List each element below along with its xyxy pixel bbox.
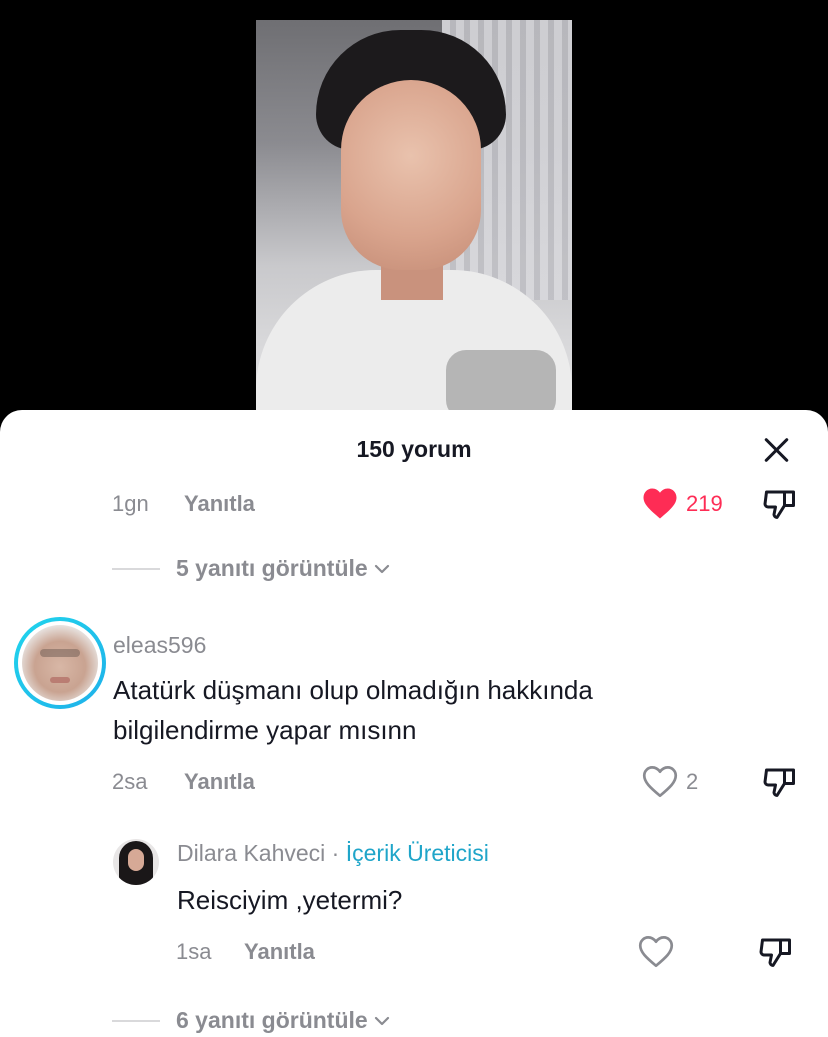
dislike-icon[interactable] [762, 486, 798, 522]
comment-time: 2sa [112, 769, 148, 794]
like-count: 2 [686, 769, 699, 794]
creator-badge: İçerik Üreticisi [345, 840, 489, 866]
view-replies-button[interactable]: 5 yanıtı görüntüle [112, 555, 390, 582]
video-thumbnail[interactable] [256, 20, 572, 430]
avatar-image [22, 625, 98, 701]
like-count: 219 [686, 491, 723, 516]
comment-username[interactable]: eleas596 [113, 632, 206, 659]
chevron-down-icon [374, 1016, 389, 1025]
reply-button[interactable]: Yanıtla [184, 769, 255, 795]
video-face [341, 80, 481, 270]
divider-line [112, 1019, 160, 1022]
comments-count-title: 150 yorum [356, 436, 472, 462]
reply-username[interactable]: Dilara Kahveci [177, 840, 325, 866]
avatar-border [18, 621, 102, 705]
reply-text: Reisciyim ,yetermi? [177, 885, 403, 915]
reply-button[interactable]: Yanıtla [244, 939, 315, 965]
view-more-replies-button[interactable]: 6 yanıtı görüntüle [112, 1007, 390, 1034]
divider-line [112, 567, 160, 570]
avatar-face [128, 849, 144, 871]
creator-avatar[interactable] [113, 839, 159, 885]
comment-text-line-1: Atatürk düşmanı olup olmadığın hakkında [113, 675, 593, 705]
heart-filled-icon[interactable] [642, 487, 678, 520]
separator-dot: · [325, 840, 346, 866]
comment-time: 1gn [112, 491, 149, 516]
reply-header: Dilara Kahveci · İçerik Üreticisi [177, 840, 489, 867]
comment-text-line-2: bilgilendirme yapar mısınn [113, 715, 417, 745]
dislike-icon[interactable] [762, 764, 798, 800]
heart-outline-icon[interactable] [642, 765, 678, 798]
heart-outline-icon[interactable] [638, 935, 674, 968]
dislike-icon[interactable] [758, 934, 794, 970]
view-replies-label: 6 yanıtı görüntüle [176, 1007, 368, 1033]
commenter-avatar[interactable] [14, 617, 106, 709]
chevron-down-icon [374, 564, 389, 573]
comments-sheet: 150 yorum 1gn Yanıtla 219 5 yanıtı görün… [0, 410, 828, 1037]
view-replies-label: 5 yanıtı görüntüle [176, 555, 368, 581]
video-background[interactable] [0, 0, 828, 430]
close-icon[interactable] [760, 434, 792, 466]
reply-time: 1sa [176, 939, 212, 964]
reply-button[interactable]: Yanıtla [184, 491, 255, 517]
